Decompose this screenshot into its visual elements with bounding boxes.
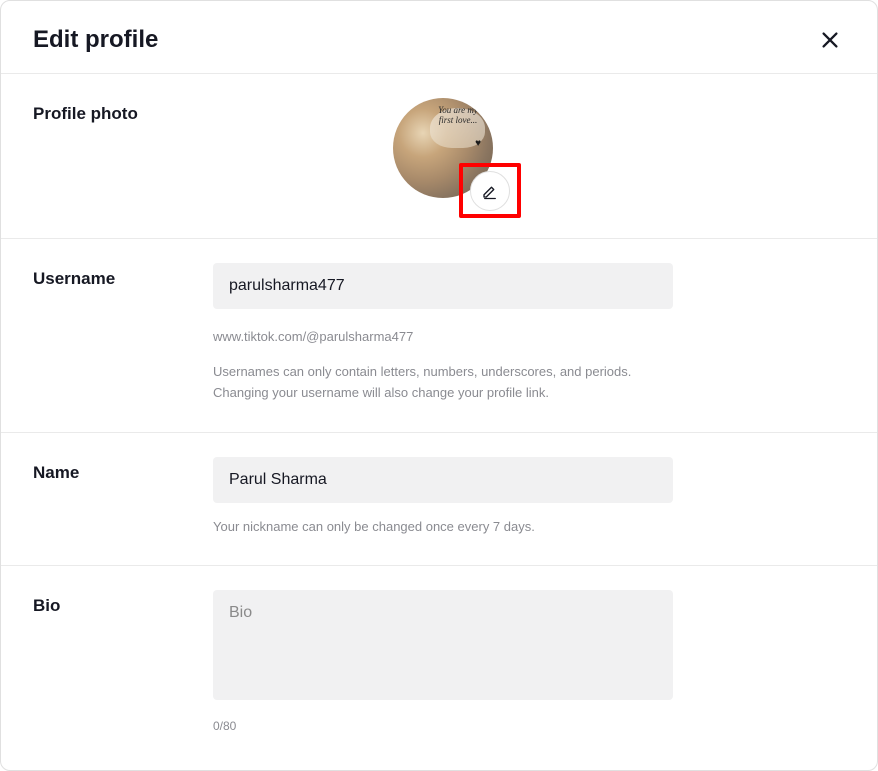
bio-label: Bio <box>33 590 213 733</box>
profile-photo-content: You are my first love... ♥ <box>213 98 673 198</box>
profile-photo-label: Profile photo <box>33 98 213 198</box>
modal-title: Edit profile <box>33 26 158 54</box>
edit-profile-modal: Edit profile Profile photo You are my fi… <box>0 0 878 771</box>
modal-header: Edit profile <box>1 1 877 74</box>
profile-photo-section: Profile photo You are my first love... ♥ <box>1 74 877 239</box>
username-label: Username <box>33 263 213 404</box>
avatar-container: You are my first love... ♥ <box>393 98 493 198</box>
username-input[interactable] <box>213 263 673 309</box>
name-helper: Your nickname can only be changed once e… <box>213 517 673 538</box>
heart-icon: ♥ <box>475 138 481 149</box>
close-icon <box>819 29 841 51</box>
pencil-icon <box>481 182 499 200</box>
close-button[interactable] <box>815 25 845 55</box>
bio-textarea[interactable] <box>213 590 673 700</box>
username-helper: Usernames can only contain letters, numb… <box>213 362 673 404</box>
username-content: www.tiktok.com/@parulsharma477 Usernames… <box>213 263 673 404</box>
avatar-inscription: You are my first love... <box>433 106 483 126</box>
name-input[interactable] <box>213 457 673 503</box>
name-section: Name Your nickname can only be changed o… <box>1 433 877 567</box>
username-section: Username www.tiktok.com/@parulsharma477 … <box>1 239 877 433</box>
bio-section: Bio 0/80 <box>1 566 877 761</box>
bio-content: 0/80 <box>213 590 673 733</box>
edit-photo-highlight <box>459 163 521 218</box>
name-content: Your nickname can only be changed once e… <box>213 457 673 538</box>
edit-photo-button[interactable] <box>470 171 510 211</box>
name-label: Name <box>33 457 213 538</box>
username-url: www.tiktok.com/@parulsharma477 <box>213 329 673 344</box>
bio-char-count: 0/80 <box>213 719 673 733</box>
